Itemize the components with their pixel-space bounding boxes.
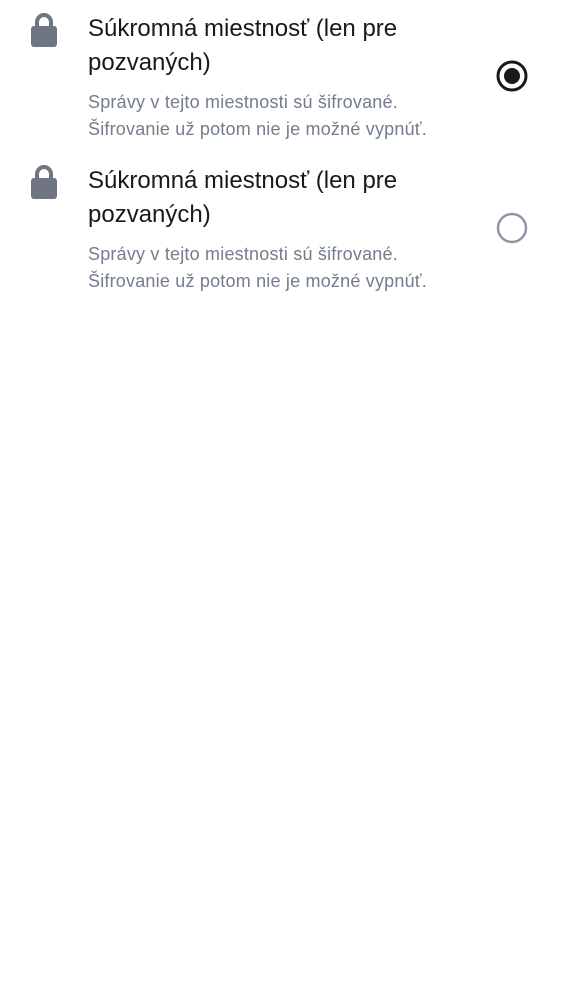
- radio-button-unselected[interactable]: [496, 212, 528, 244]
- room-option-title: Súkromná miestnosť (len pre pozvaných): [88, 167, 398, 228]
- room-option-description: Správy v tejto miestnosti sú šifrované. …: [88, 92, 427, 139]
- room-option-private-2[interactable]: Súkromná miestnosť (len pre pozvaných) S…: [0, 152, 562, 304]
- lock-icon: [31, 13, 57, 47]
- room-option-private-1[interactable]: Súkromná miestnosť (len pre pozvaných) S…: [0, 0, 562, 152]
- room-option-description: Správy v tejto miestnosti sú šifrované. …: [88, 244, 427, 291]
- room-option-title: Súkromná miestnosť (len pre pozvaných): [88, 15, 398, 76]
- room-option-text: Súkromná miestnosť (len pre pozvaných) S…: [88, 164, 468, 295]
- room-option-text: Súkromná miestnosť (len pre pozvaných) S…: [88, 12, 468, 143]
- radio-button-selected[interactable]: [496, 60, 528, 92]
- lock-icon: [31, 165, 57, 199]
- room-type-selection-screen: Súkromná miestnosť (len pre pozvaných) S…: [0, 0, 562, 1000]
